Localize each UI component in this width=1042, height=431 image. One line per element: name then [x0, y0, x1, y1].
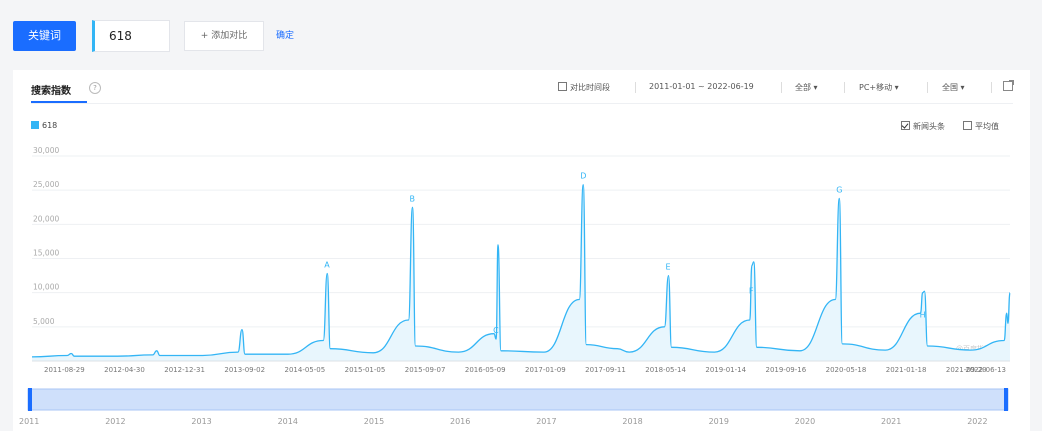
x-tick-label: 2017-09-11 — [585, 366, 626, 374]
x-tick-label: 2019-01-14 — [705, 366, 746, 374]
x-tick-label: 2022-06-13 — [965, 366, 1006, 374]
x-tick-label: 2012-04-30 — [104, 366, 145, 374]
annotation-f: F — [749, 287, 754, 296]
y-tick-label: 20,000 — [33, 214, 59, 223]
x-tick-label: 2014-05-05 — [285, 366, 326, 374]
timeline-range-selector — [27, 388, 1009, 411]
series-area-618 — [32, 184, 1010, 361]
timeline-year-label: 2017 — [536, 417, 556, 426]
annotation-g: G — [836, 185, 842, 194]
annotation-e: E — [666, 263, 671, 272]
x-tick-label: 2015-09-07 — [405, 366, 446, 374]
x-tick-label: 2018-05-14 — [645, 366, 686, 374]
x-tick-label: 2013-09-02 — [224, 366, 265, 374]
timeline-year-label: 2014 — [278, 417, 298, 426]
timeline-year-label: 2019 — [709, 417, 729, 426]
annotation-h: H — [920, 310, 926, 319]
x-tick-label: 2021-01-18 — [886, 366, 927, 374]
x-tick-label: 2020-05-18 — [826, 366, 867, 374]
x-tick-label: 2019-09-16 — [766, 366, 807, 374]
x-tick-label: 2012-12-31 — [164, 366, 205, 374]
timeline-year-label: 2016 — [450, 417, 470, 426]
y-tick-label: 30,000 — [33, 146, 59, 155]
series-line-618 — [31, 184, 1011, 358]
timeline-year-label: 2015 — [364, 417, 384, 426]
y-tick-label: 5,000 — [33, 317, 55, 326]
y-tick-label: 25,000 — [33, 180, 59, 189]
timeline-year-label: 2020 — [795, 417, 815, 426]
x-tick-label: 2015-01-05 — [345, 366, 386, 374]
trend-chart[interactable]: 30,000 25,000 20,000 15,000 10,000 5,000 A B C D E… — [0, 0, 1042, 431]
y-tick-label: 15,000 — [33, 249, 59, 258]
timeline-handle-right — [1004, 388, 1008, 411]
timeline-year-label: 2021 — [881, 417, 901, 426]
timeline-handle-left — [28, 388, 32, 411]
timeline-year-label: 2011 — [19, 417, 39, 426]
annotation-a: A — [324, 261, 330, 270]
timeline-year-label: 2012 — [105, 417, 125, 426]
x-tick-label: 2016-05-09 — [465, 366, 506, 374]
annotation-d: D — [580, 172, 586, 181]
annotation-c: C — [493, 326, 499, 335]
x-tick-label: 2011-08-29 — [44, 366, 85, 374]
y-tick-label: 10,000 — [33, 283, 59, 292]
timeline-year-label: 2022 — [967, 417, 987, 426]
timeline-year-label: 2018 — [622, 417, 642, 426]
annotation-b: B — [410, 194, 416, 203]
x-tick-label: 2017-01-09 — [525, 366, 566, 374]
timeline-year-label: 2013 — [191, 417, 211, 426]
